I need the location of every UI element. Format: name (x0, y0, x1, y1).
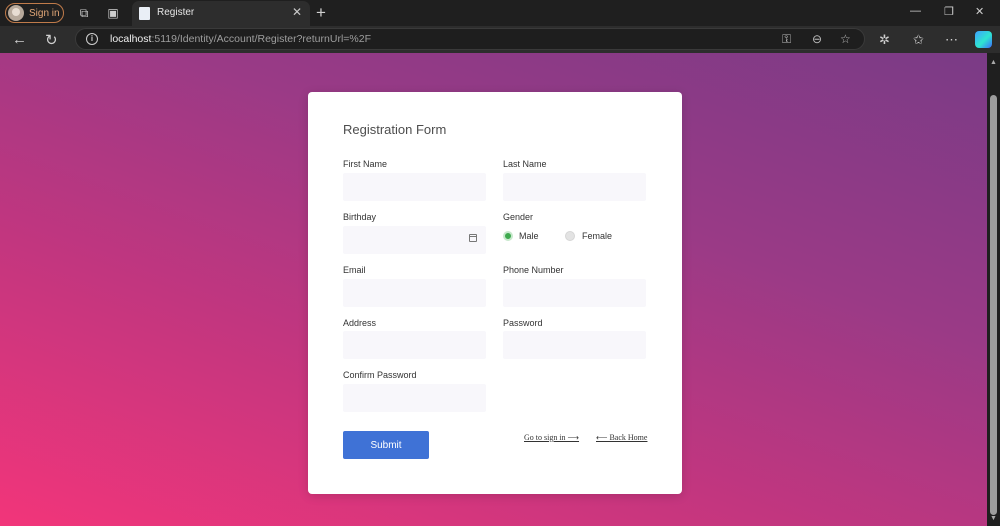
birthday-field[interactable] (343, 226, 486, 254)
copilot-icon[interactable] (975, 31, 992, 48)
email-field[interactable] (343, 279, 486, 307)
close-window-icon[interactable]: ✕ (975, 5, 984, 18)
first-name-field[interactable] (343, 173, 486, 201)
last-name-label: Last Name (503, 159, 547, 169)
birthday-label: Birthday (343, 212, 377, 222)
first-name-label: First Name (343, 159, 388, 169)
url-text[interactable]: localhost:5119/Identity/Account/Register… (110, 33, 371, 45)
calendar-icon[interactable] (469, 234, 477, 242)
new-tab-icon[interactable]: + (316, 3, 326, 23)
tab-register[interactable]: Register ✕ (132, 1, 310, 26)
favorite-star-icon[interactable]: ☆ (840, 32, 851, 46)
phone-label: Phone Number (503, 265, 564, 275)
zoom-icon[interactable]: ⊖ (812, 32, 822, 46)
password-label: Password (503, 318, 543, 328)
confirm-password-field[interactable] (343, 384, 486, 412)
tab-title: Register (157, 7, 195, 18)
restore-icon[interactable]: ❐ (944, 5, 954, 18)
favorites-icon[interactable]: ✩ (913, 32, 924, 48)
go-to-signin-link[interactable]: Go to sign in ⟶ (524, 433, 579, 442)
submit-button[interactable]: Submit (343, 431, 429, 459)
phone-field[interactable] (503, 279, 646, 307)
tab-strip: Sign in ⧉ ▣ Register ✕ + — ❐ ✕ (0, 0, 1000, 26)
confirm-password-label: Confirm Password (343, 370, 417, 380)
address-bar[interactable]: i localhost:5119/Identity/Account/Regist… (75, 28, 865, 50)
scroll-up-icon[interactable]: ▲ (990, 59, 997, 66)
gender-label: Gender (503, 212, 534, 222)
profile-signin-button[interactable]: Sign in (5, 3, 64, 23)
page-favicon-icon (139, 7, 150, 20)
address-field[interactable] (343, 331, 486, 359)
registration-card: Registration Form First Name Last Name B… (308, 92, 682, 494)
page-scrollbar[interactable]: ▲ ▼ (987, 53, 1000, 526)
email-label: Email (343, 265, 366, 275)
scroll-down-icon[interactable]: ▼ (990, 515, 997, 522)
scrollbar-thumb[interactable] (990, 95, 997, 515)
gender-female-radio[interactable] (565, 231, 575, 241)
page-viewport: Registration Form First Name Last Name B… (0, 53, 987, 526)
url-host: localhost (110, 33, 152, 45)
gender-male-radio[interactable] (503, 231, 513, 241)
minimize-icon[interactable]: — (910, 5, 921, 17)
workspaces-icon[interactable]: ⧉ (77, 6, 91, 20)
refresh-icon[interactable]: ↻ (45, 31, 58, 49)
avatar (8, 5, 24, 21)
browser-toolbar: ← ↻ i localhost:5119/Identity/Account/Re… (0, 26, 1000, 53)
close-tab-icon[interactable]: ✕ (292, 5, 302, 19)
url-path: :5119/Identity/Account/Register?returnUr… (151, 33, 371, 45)
more-menu-icon[interactable]: ⋯ (945, 32, 958, 48)
form-title: Registration Form (343, 122, 447, 137)
address-label: Address (343, 318, 377, 328)
gender-female-label[interactable]: Female (582, 231, 612, 241)
back-icon[interactable]: ← (12, 31, 27, 48)
key-icon[interactable]: ⚿ (782, 32, 791, 47)
site-info-icon[interactable]: i (86, 33, 98, 45)
signin-label: Sign in (29, 7, 60, 19)
last-name-field[interactable] (503, 173, 646, 201)
extensions-icon[interactable]: ✲ (879, 32, 890, 48)
back-home-link[interactable]: ⟵ Back Home (596, 433, 647, 442)
gender-male-label[interactable]: Male (519, 231, 539, 241)
password-field[interactable] (503, 331, 646, 359)
tab-actions-icon[interactable]: ▣ (106, 6, 120, 20)
